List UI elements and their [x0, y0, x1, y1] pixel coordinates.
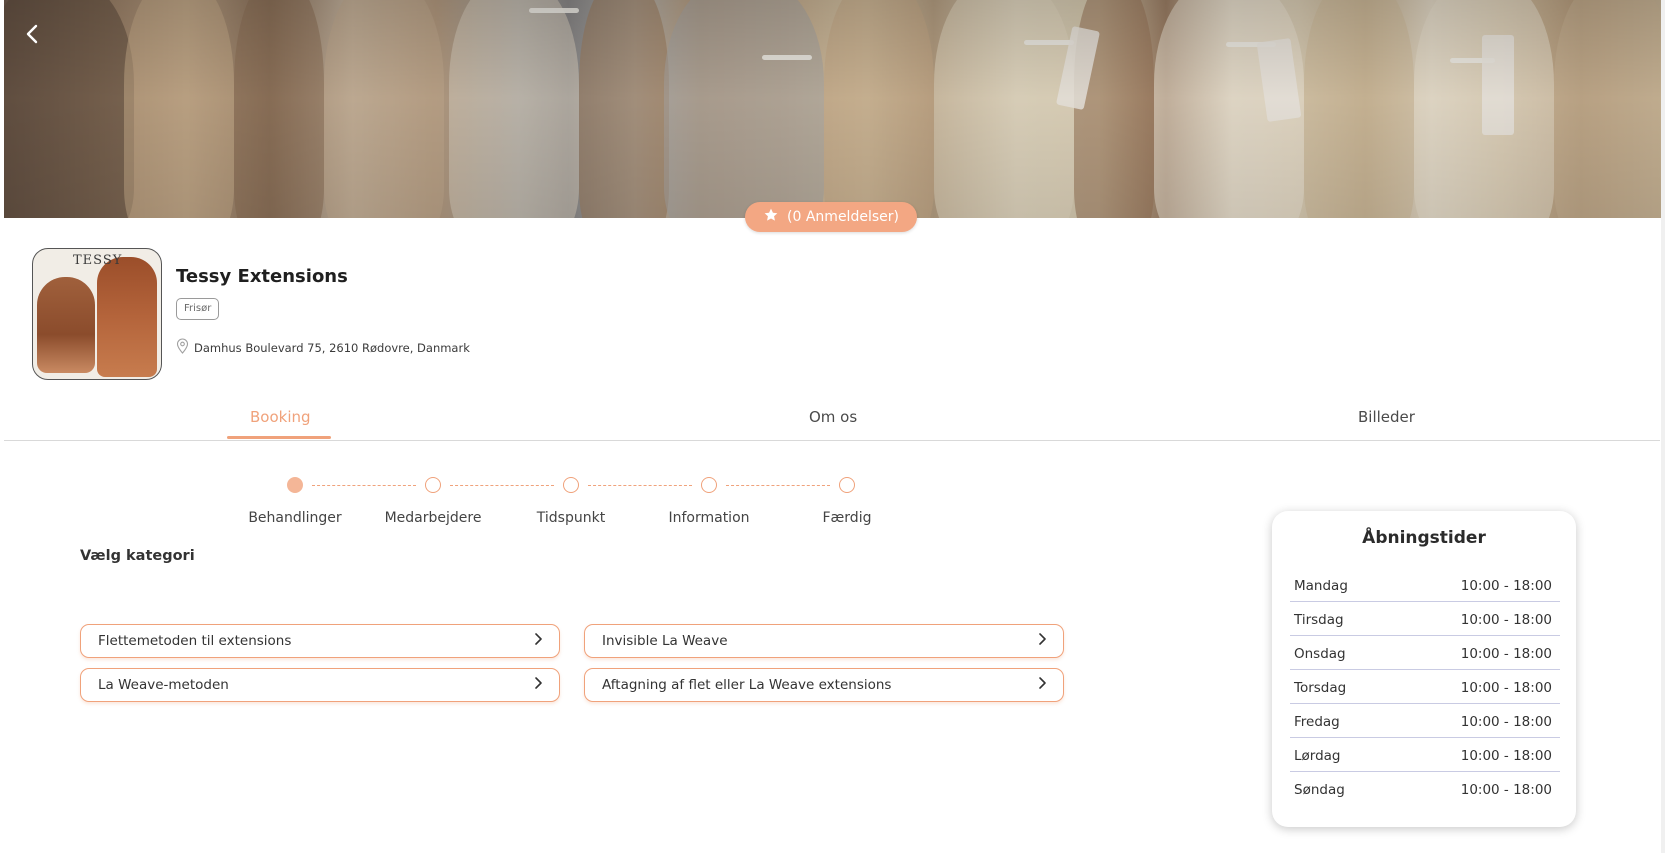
time-range: 10:00 - 18:00 [1460, 680, 1552, 696]
opening-hours-title: Åbningstider [1362, 528, 1486, 548]
step-indicator-medarbejdere [425, 477, 441, 493]
category-badge: Frisør [176, 298, 220, 320]
hours-row: Mandag 10:00 - 18:00 [1290, 567, 1560, 602]
step-connector [588, 485, 692, 486]
hours-row: Lørdag 10:00 - 18:00 [1290, 737, 1560, 772]
category-label: Flettemetoden til extensions [98, 633, 292, 649]
day-label: Onsdag [1294, 646, 1346, 662]
day-label: Fredag [1294, 714, 1340, 730]
salon-logo: TESSY [32, 248, 162, 380]
star-icon [763, 207, 779, 227]
time-range: 10:00 - 18:00 [1460, 748, 1552, 764]
active-tab-indicator [227, 436, 331, 439]
chevron-left-icon [25, 24, 39, 44]
hours-row: Tirsdag 10:00 - 18:00 [1290, 601, 1560, 636]
tab-om-os[interactable]: Om os [809, 408, 857, 426]
step-label: Færdig [822, 510, 872, 526]
step-connector [450, 485, 554, 486]
reviews-badge[interactable]: (0 Anmeldelser) [745, 202, 917, 232]
map-pin-icon [176, 338, 189, 357]
section-title: Vælg kategori [80, 548, 195, 564]
hours-row: Torsdag 10:00 - 18:00 [1290, 669, 1560, 704]
time-range: 10:00 - 18:00 [1460, 646, 1552, 662]
time-range: 10:00 - 18:00 [1460, 714, 1552, 730]
category-button[interactable]: Flettemetoden til extensions [80, 624, 560, 658]
step-indicator-information [701, 477, 717, 493]
time-range: 10:00 - 18:00 [1460, 782, 1552, 798]
reviews-count-label: (0 Anmeldelser) [787, 209, 899, 225]
step-connector [726, 485, 830, 486]
category-label: La Weave-metoden [98, 677, 229, 693]
hours-row: Søndag 10:00 - 18:00 [1290, 771, 1560, 805]
chevron-right-icon [1038, 632, 1047, 650]
time-range: 10:00 - 18:00 [1460, 612, 1552, 628]
page-scrollbar[interactable] [1661, 0, 1665, 853]
back-button[interactable] [18, 20, 46, 48]
step-label: Information [668, 510, 750, 526]
logo-text: TESSY [73, 253, 123, 268]
category-button[interactable]: Invisible La Weave [584, 624, 1064, 658]
category-label: Invisible La Weave [602, 633, 728, 649]
category-label: Aftagning af flet eller La Weave extensi… [602, 677, 892, 693]
tab-bar: Booking Om os Billeder [4, 398, 1660, 441]
day-label: Torsdag [1294, 680, 1347, 696]
step-indicator-behandlinger [287, 477, 303, 493]
category-button[interactable]: La Weave-metoden [80, 668, 560, 702]
day-label: Søndag [1294, 782, 1345, 798]
category-button[interactable]: Aftagning af flet eller La Weave extensi… [584, 668, 1064, 702]
address-text: Damhus Boulevard 75, 2610 Rødovre, Danma… [194, 340, 470, 355]
step-connector [312, 485, 416, 486]
time-range: 10:00 - 18:00 [1460, 578, 1552, 594]
opening-hours-card: Åbningstider Mandag 10:00 - 18:00 Tirsda… [1272, 511, 1576, 827]
tab-booking[interactable]: Booking [250, 408, 311, 426]
day-label: Mandag [1294, 578, 1348, 594]
day-label: Tirsdag [1294, 612, 1344, 628]
step-indicator-faerdig [839, 477, 855, 493]
hero-banner-image [4, 0, 1664, 218]
step-label: Medarbejdere [384, 510, 482, 526]
step-label: Tidspunkt [536, 510, 606, 526]
salon-page: (0 Anmeldelser) TESSY Tessy Extensions F… [0, 0, 1665, 853]
step-indicator-tidspunkt [563, 477, 579, 493]
day-label: Lørdag [1294, 748, 1341, 764]
business-name: Tessy Extensions [176, 266, 348, 287]
chevron-right-icon [534, 632, 543, 650]
chevron-right-icon [534, 676, 543, 694]
step-label: Behandlinger [248, 510, 342, 526]
chevron-right-icon [1038, 676, 1047, 694]
tab-billeder[interactable]: Billeder [1358, 408, 1415, 426]
hours-row: Fredag 10:00 - 18:00 [1290, 703, 1560, 738]
address: Damhus Boulevard 75, 2610 Rødovre, Danma… [176, 338, 470, 357]
hours-row: Onsdag 10:00 - 18:00 [1290, 635, 1560, 670]
